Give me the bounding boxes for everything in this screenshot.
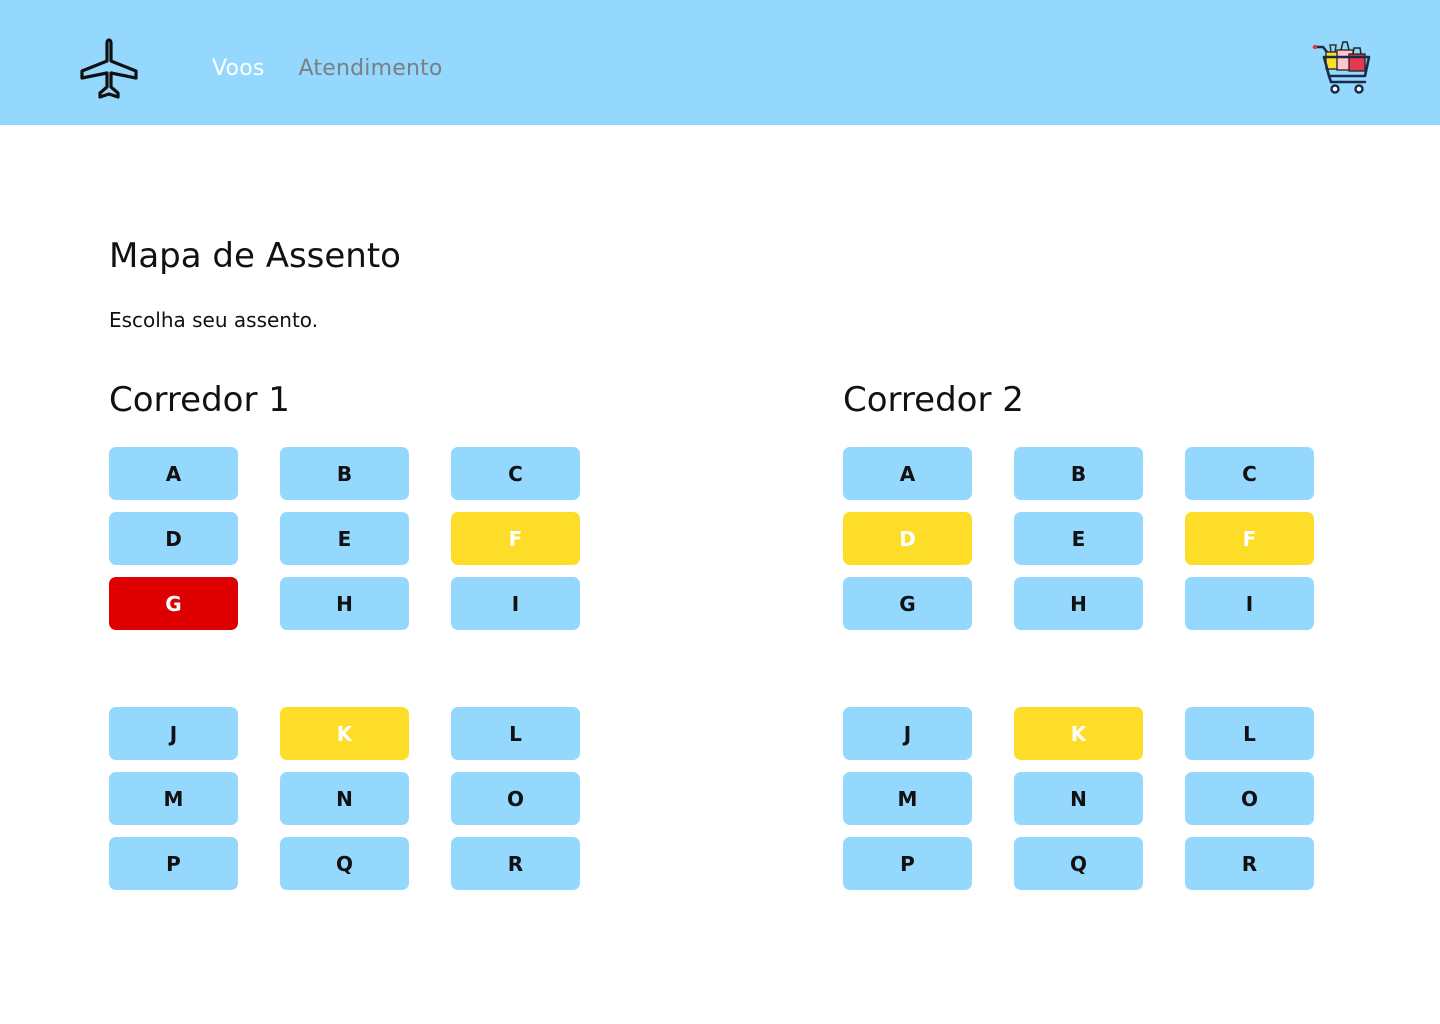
- seat-button-c[interactable]: C: [451, 447, 580, 500]
- page-subtitle: Escolha seu assento.: [109, 308, 319, 332]
- airplane-icon[interactable]: [76, 37, 142, 99]
- seat-button-k[interactable]: K: [280, 707, 409, 760]
- seat-button-g[interactable]: G: [109, 577, 238, 630]
- corridor-1: Corredor 1 ABC DEF GHI JKL MNO PQR: [109, 380, 589, 890]
- seat-button-l[interactable]: L: [1185, 707, 1314, 760]
- seat-button-i[interactable]: I: [451, 577, 580, 630]
- seat-button-r[interactable]: R: [1185, 837, 1314, 890]
- seat-button-l[interactable]: L: [451, 707, 580, 760]
- seat-button-r[interactable]: R: [451, 837, 580, 890]
- seat-button-b[interactable]: B: [280, 447, 409, 500]
- seat-button-o[interactable]: O: [1185, 772, 1314, 825]
- seat-button-a[interactable]: A: [843, 447, 972, 500]
- seat-button-g[interactable]: G: [843, 577, 972, 630]
- seat-button-b[interactable]: B: [1014, 447, 1143, 500]
- seat-button-p[interactable]: P: [109, 837, 238, 890]
- seat-button-e[interactable]: E: [280, 512, 409, 565]
- top-header: Voos Atendimento: [0, 0, 1440, 125]
- shopping-cart-icon[interactable]: [1311, 38, 1373, 96]
- seat-button-k[interactable]: K: [1014, 707, 1143, 760]
- seat-button-q[interactable]: Q: [1014, 837, 1143, 890]
- seat-button-j[interactable]: J: [109, 707, 238, 760]
- seat-button-m[interactable]: M: [109, 772, 238, 825]
- seat-button-a[interactable]: A: [109, 447, 238, 500]
- seat-button-h[interactable]: H: [1014, 577, 1143, 630]
- seat-button-f[interactable]: F: [451, 512, 580, 565]
- seat-button-d[interactable]: D: [843, 512, 972, 565]
- seat-button-p[interactable]: P: [843, 837, 972, 890]
- seat-button-d[interactable]: D: [109, 512, 238, 565]
- seat-button-n[interactable]: N: [1014, 772, 1143, 825]
- seat-button-n[interactable]: N: [280, 772, 409, 825]
- nav-link-atendimento[interactable]: Atendimento: [299, 56, 443, 81]
- seat-button-i[interactable]: I: [1185, 577, 1314, 630]
- seat-button-f[interactable]: F: [1185, 512, 1314, 565]
- seat-button-m[interactable]: M: [843, 772, 972, 825]
- seat-button-e[interactable]: E: [1014, 512, 1143, 565]
- corridor-title: Corredor 1: [109, 380, 290, 420]
- page-title: Mapa de Assento: [109, 236, 401, 276]
- nav-link-voos[interactable]: Voos: [212, 56, 265, 81]
- main-nav: Voos Atendimento: [212, 52, 443, 84]
- seat-button-c[interactable]: C: [1185, 447, 1314, 500]
- corridor-title: Corredor 2: [843, 380, 1024, 420]
- seat-button-j[interactable]: J: [843, 707, 972, 760]
- seat-button-o[interactable]: O: [451, 772, 580, 825]
- seat-button-q[interactable]: Q: [280, 837, 409, 890]
- corridor-2: Corredor 2 ABC DEF GHI JKL MNO PQR: [843, 380, 1323, 890]
- seat-button-h[interactable]: H: [280, 577, 409, 630]
